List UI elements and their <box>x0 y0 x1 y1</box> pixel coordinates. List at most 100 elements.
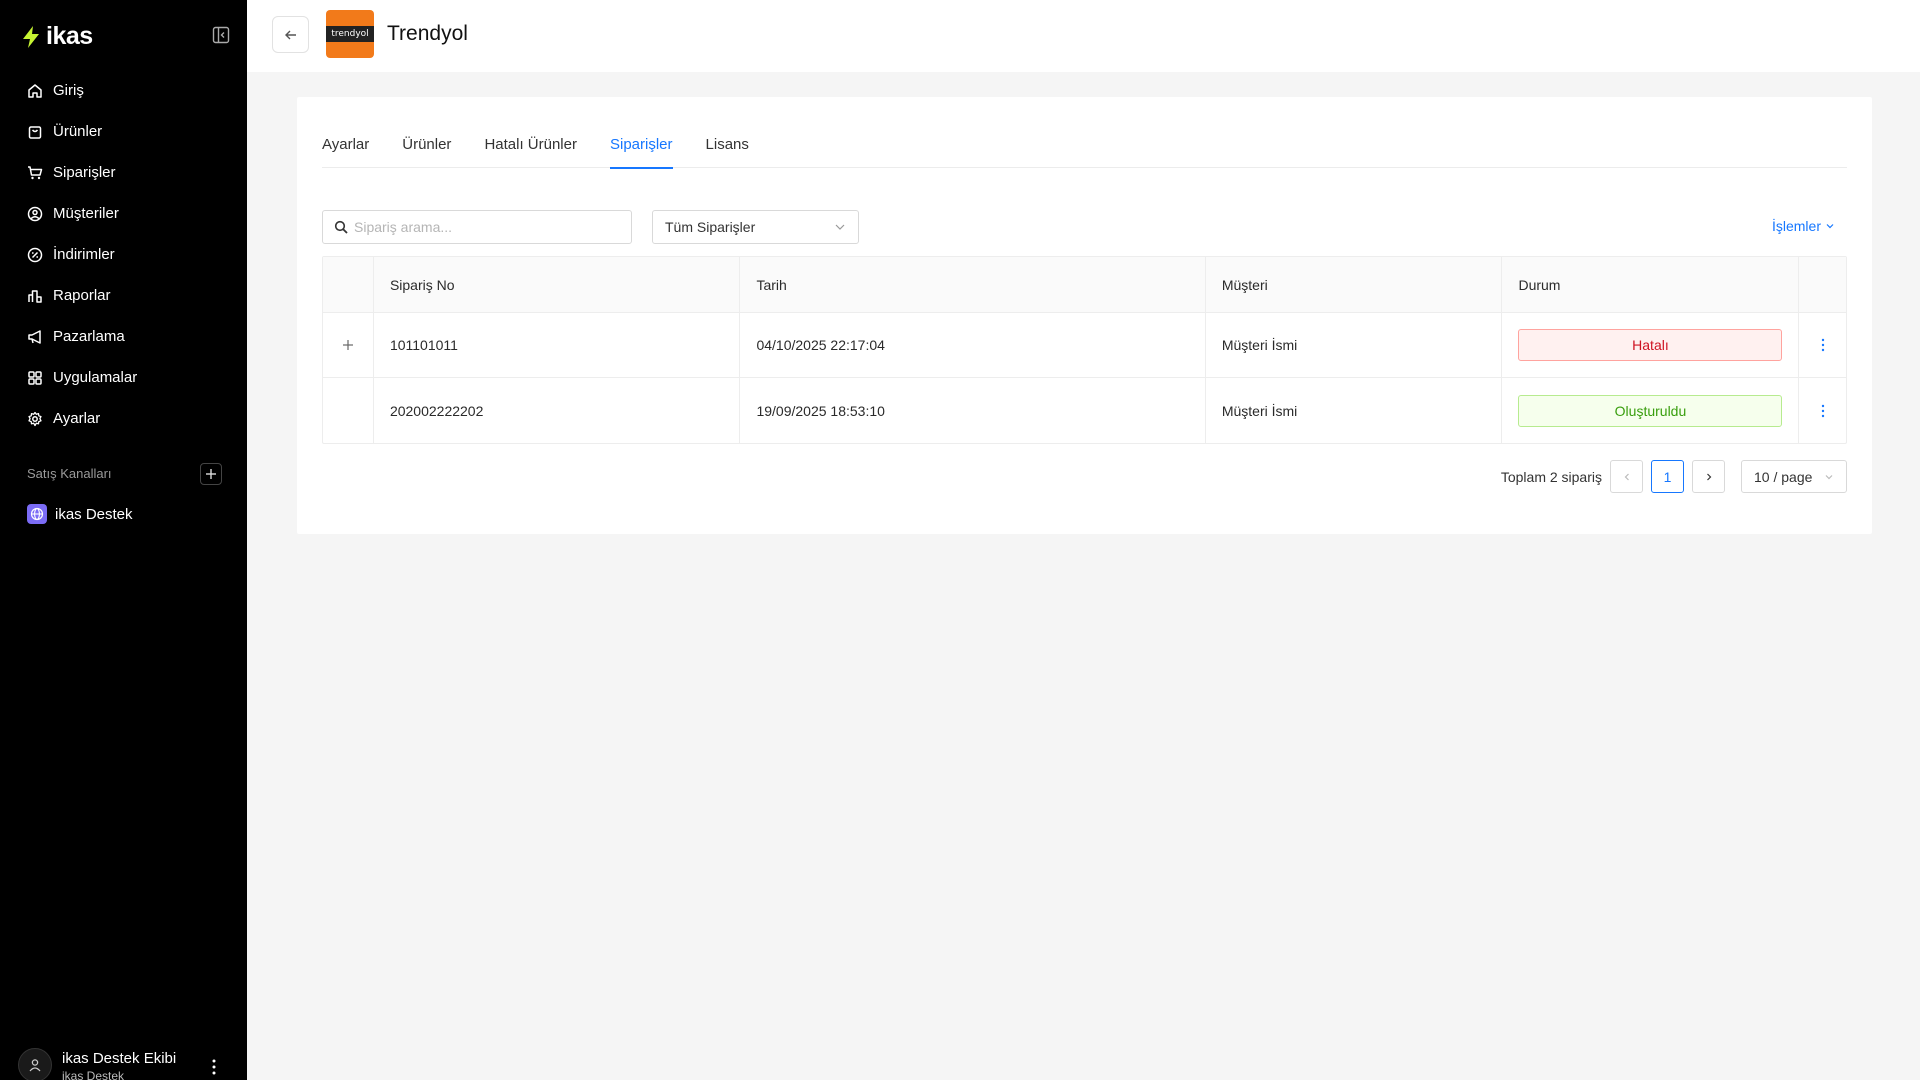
sidebar-nav: Giriş Ürünler Siparişler Müşteriler İndi… <box>0 70 247 439</box>
tab-siparisler[interactable]: Siparişler <box>609 132 673 169</box>
column-header-date: Tarih <box>740 257 1206 312</box>
customer-cell: Müşteri İsmi <box>1206 313 1503 377</box>
sidebar-item-label: Giriş <box>53 82 84 99</box>
add-channel-button[interactable] <box>200 463 222 485</box>
search-icon <box>334 220 348 234</box>
expand-row-button[interactable] <box>323 313 374 377</box>
sidebar-item-label: Uygulamalar <box>53 369 138 386</box>
page-number-button[interactable]: 1 <box>1651 460 1684 493</box>
actions-dropdown[interactable]: İşlemler <box>1772 218 1835 234</box>
sidebar-item-siparisler[interactable]: Siparişler <box>0 152 247 193</box>
tab-ayarlar[interactable]: Ayarlar <box>322 132 369 168</box>
actions-column-header <box>1799 257 1846 312</box>
chevron-down-icon <box>1825 474 1833 479</box>
sidebar-item-musteriler[interactable]: Müşteriler <box>0 193 247 234</box>
chevron-left-icon <box>1624 473 1629 480</box>
logo-text: ikas <box>46 22 93 50</box>
user-menu-icon[interactable] <box>208 1058 220 1076</box>
order-no-cell: 202002222202 <box>374 378 741 443</box>
column-header-customer: Müşteri <box>1206 257 1503 312</box>
search-input[interactable] <box>354 219 614 235</box>
actions-label: İşlemler <box>1771 218 1821 234</box>
chevron-down-icon <box>1826 224 1834 229</box>
date-cell: 04/10/2025 22:17:04 <box>740 313 1206 377</box>
avatar <box>18 1048 52 1080</box>
user-subtitle: ikas Destek <box>62 1069 125 1080</box>
status-cell: Oluşturuldu <box>1502 378 1800 443</box>
column-header-order-no: Sipariş No <box>374 257 741 312</box>
table-header-row: Sipariş No Tarih Müşteri Durum <box>323 257 1846 313</box>
ikas-logo[interactable]: ikas <box>22 22 93 51</box>
sidebar-item-raporlar[interactable]: Raporlar <box>0 275 247 316</box>
tab-urunler[interactable]: Ürünler <box>402 132 451 168</box>
more-vertical-icon <box>1821 404 1824 417</box>
order-search[interactable] <box>322 210 632 244</box>
user-icon <box>29 1059 41 1072</box>
page-size-value: 10 / page <box>1754 468 1813 485</box>
customer-cell: Müşteri İsmi <box>1206 378 1503 443</box>
order-no-cell: 101101011 <box>374 313 741 377</box>
sidebar-item-label: Siparişler <box>53 164 116 181</box>
chevron-down-icon <box>835 224 845 230</box>
sidebar-item-label: Ürünler <box>53 123 103 140</box>
sidebar-item-label: Ayarlar <box>53 410 101 427</box>
row-menu-button[interactable] <box>1799 313 1846 377</box>
megaphone-icon <box>28 329 41 344</box>
sidebar-item-indirimler[interactable]: İndirimler <box>0 234 247 275</box>
date-cell: 19/09/2025 18:53:10 <box>740 378 1206 443</box>
page-header: trendyol Trendyol <box>247 0 1920 72</box>
brand-logo-text: trendyol <box>326 26 374 42</box>
more-vertical-icon <box>1821 338 1824 352</box>
back-button[interactable] <box>272 16 309 53</box>
sidebar-channel-ikas-destek[interactable]: ikas Destek <box>27 504 133 524</box>
sidebar-item-pazarlama[interactable]: Pazarlama <box>0 316 247 357</box>
sidebar-item-label: Raporlar <box>53 287 111 304</box>
orders-table: Sipariş No Tarih Müşteri Durum 101101011… <box>322 256 1847 444</box>
bolt-icon <box>23 25 39 48</box>
arrow-left-icon <box>284 30 296 39</box>
pagination-total: Toplam 2 sipariş <box>1500 468 1602 485</box>
next-page-button[interactable] <box>1692 460 1725 493</box>
channel-label: ikas Destek <box>55 505 133 523</box>
sales-channels-label: Satış Kanalları <box>27 466 112 481</box>
tab-lisans[interactable]: Lisans <box>706 132 749 168</box>
sidebar-item-label: İndirimler <box>53 246 115 263</box>
apps-icon <box>28 370 42 385</box>
row-menu-button[interactable] <box>1799 378 1846 443</box>
discount-icon <box>27 247 43 262</box>
prev-page-button[interactable] <box>1610 460 1643 493</box>
globe-icon <box>27 504 47 524</box>
plus-icon <box>342 340 353 350</box>
trendyol-logo: trendyol <box>326 10 374 58</box>
collapse-sidebar-icon[interactable] <box>212 26 230 44</box>
sidebar-item-label: Pazarlama <box>53 328 125 345</box>
user-profile[interactable]: ikas Destek Ekibi ikas Destek <box>18 1048 176 1080</box>
plus-icon <box>206 469 216 479</box>
gear-icon <box>28 411 42 426</box>
status-badge: Oluşturuldu <box>1518 394 1783 427</box>
expand-column-header <box>323 257 374 312</box>
sidebar-item-ayarlar[interactable]: Ayarlar <box>0 398 247 439</box>
table-row: 202002222202 19/09/2025 18:53:10 Müşteri… <box>323 378 1846 443</box>
page-size-select[interactable]: 10 / page <box>1741 460 1847 493</box>
sidebar-item-uygulamalar[interactable]: Uygulamalar <box>0 357 247 398</box>
main-card: Ayarlar Ürünler Hatalı Ürünler Siparişle… <box>297 97 1872 534</box>
sidebar-item-label: Müşteriler <box>53 205 119 222</box>
chart-icon <box>28 289 42 303</box>
sidebar-item-giris[interactable]: Giriş <box>0 70 247 111</box>
expand-cell-empty <box>323 378 374 443</box>
user-circle-icon <box>27 206 43 221</box>
select-value: Tüm Siparişler <box>665 219 756 235</box>
cart-icon <box>28 165 43 179</box>
sidebar: ikas Giriş Ürünler Siparişler Müşteriler… <box>0 0 247 1080</box>
column-header-status: Durum <box>1502 257 1800 312</box>
tab-hatali-urunler[interactable]: Hatalı Ürünler <box>484 132 577 168</box>
order-filter-select[interactable]: Tüm Siparişler <box>652 210 859 244</box>
chevron-right-icon <box>1706 473 1711 480</box>
bag-icon <box>28 125 42 139</box>
home-icon <box>28 83 42 98</box>
table-row: 101101011 04/10/2025 22:17:04 Müşteri İs… <box>323 313 1846 378</box>
user-name: ikas Destek Ekibi <box>62 1050 177 1067</box>
page-title: Trendyol <box>387 22 468 45</box>
sidebar-item-urunler[interactable]: Ürünler <box>0 111 247 152</box>
